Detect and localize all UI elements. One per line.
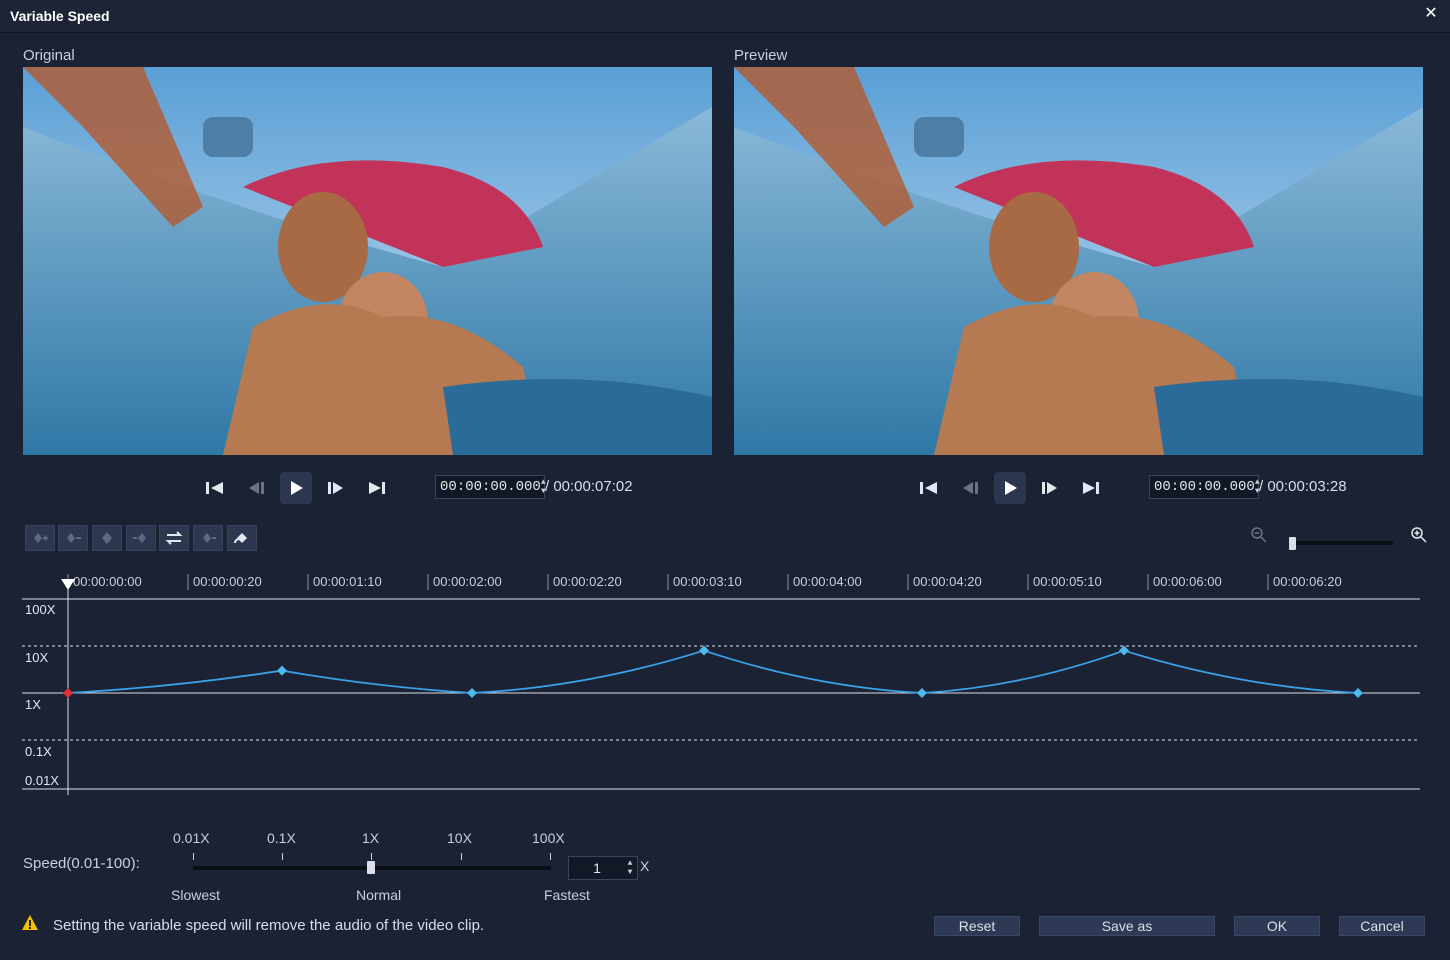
speed-value: 1	[593, 860, 601, 876]
keyframe-marker[interactable]	[699, 645, 709, 656]
original-label: Original	[23, 47, 75, 64]
next-keyframe-icon[interactable]	[193, 525, 223, 551]
cancel-button[interactable]: Cancel	[1339, 916, 1425, 936]
speed-scale-tick	[282, 853, 283, 860]
keyframe-marker[interactable]	[917, 688, 927, 698]
title-bar	[0, 0, 1450, 33]
preview-label: Preview	[734, 47, 788, 64]
preview-timecode-field[interactable]: 00:00:00.000 ▲ ▼	[1149, 475, 1260, 499]
speed-slider-thumb[interactable]	[367, 861, 375, 874]
zoom-out-icon[interactable]	[1250, 526, 1268, 544]
reset-keyframes-icon[interactable]	[227, 525, 257, 551]
keyframe-marker[interactable]	[1353, 688, 1363, 698]
warning-icon	[21, 914, 39, 932]
slowest-label: Slowest	[171, 887, 221, 903]
original-video	[23, 67, 712, 455]
step-back-icon[interactable]	[239, 472, 271, 504]
skip-end-icon[interactable]	[361, 472, 393, 504]
skip-start-icon[interactable]	[199, 472, 231, 504]
speed-value-field[interactable]: 1 ▲ ▼	[568, 856, 638, 880]
preview-timecode-value: 00:00:00.000	[1154, 479, 1255, 495]
zoom-slider-thumb[interactable]	[1289, 537, 1296, 550]
keyframe-marker[interactable]	[1119, 645, 1129, 656]
speed-scale-tick	[461, 853, 462, 860]
remove-keyframe-icon[interactable]	[58, 525, 88, 551]
speed-scale-label: 100X	[532, 830, 565, 846]
warning-text: Setting the variable speed will remove t…	[53, 917, 485, 934]
speed-label: Speed(0.01-100):	[23, 855, 140, 872]
window-title: Variable Speed	[10, 8, 110, 24]
playhead-marker-icon[interactable]	[61, 579, 75, 590]
keyframe-marker[interactable]	[277, 665, 287, 676]
speed-graph[interactable]	[0, 570, 1450, 800]
step-forward-icon[interactable]	[1035, 472, 1067, 504]
speed-curve	[67, 649, 1359, 694]
zoom-slider-track[interactable]	[1290, 541, 1393, 545]
preview-video	[734, 67, 1423, 455]
previous-keyframe-icon[interactable]	[126, 525, 156, 551]
skip-end-icon[interactable]	[1075, 472, 1107, 504]
close-icon[interactable]: ✕	[1422, 5, 1440, 23]
step-back-icon[interactable]	[953, 472, 985, 504]
zoom-in-icon[interactable]	[1410, 526, 1428, 544]
ruler-ticks	[67, 574, 1269, 590]
start-keyframe-marker[interactable]	[63, 688, 73, 698]
speed-scale-tick	[371, 853, 372, 860]
step-forward-icon[interactable]	[321, 472, 353, 504]
save-as-button[interactable]: Save as	[1039, 916, 1215, 936]
fastest-label: Fastest	[544, 887, 590, 903]
speed-scale-label: 10X	[447, 830, 472, 846]
play-icon[interactable]	[280, 472, 312, 504]
swap-keyframe-icon[interactable]	[159, 525, 189, 551]
play-icon[interactable]	[994, 472, 1026, 504]
original-duration: / 00:00:07:02	[545, 478, 633, 495]
original-timecode-field[interactable]: 00:00:00.000 ▲ ▼	[435, 475, 546, 499]
speed-scale-label: 0.01X	[173, 830, 210, 846]
speed-scale-tick	[550, 853, 551, 860]
add-keyframe-icon[interactable]	[25, 525, 55, 551]
reset-button[interactable]: Reset	[934, 916, 1020, 936]
preview-duration: / 00:00:03:28	[1259, 478, 1347, 495]
skip-start-icon[interactable]	[913, 472, 945, 504]
original-timecode-value: 00:00:00.000	[440, 479, 541, 495]
speed-scale-label: 0.1X	[267, 830, 296, 846]
ok-button[interactable]: OK	[1234, 916, 1320, 936]
speed-scale-tick	[193, 853, 194, 860]
normal-label: Normal	[356, 887, 402, 903]
speed-unit: X	[640, 858, 650, 874]
keyframe-marker[interactable]	[467, 688, 477, 698]
speed-spinner-icon[interactable]: ▲ ▼	[625, 859, 635, 877]
reverse-keyframe-icon[interactable]	[92, 525, 122, 551]
speed-scale-label: 1X	[362, 830, 380, 846]
